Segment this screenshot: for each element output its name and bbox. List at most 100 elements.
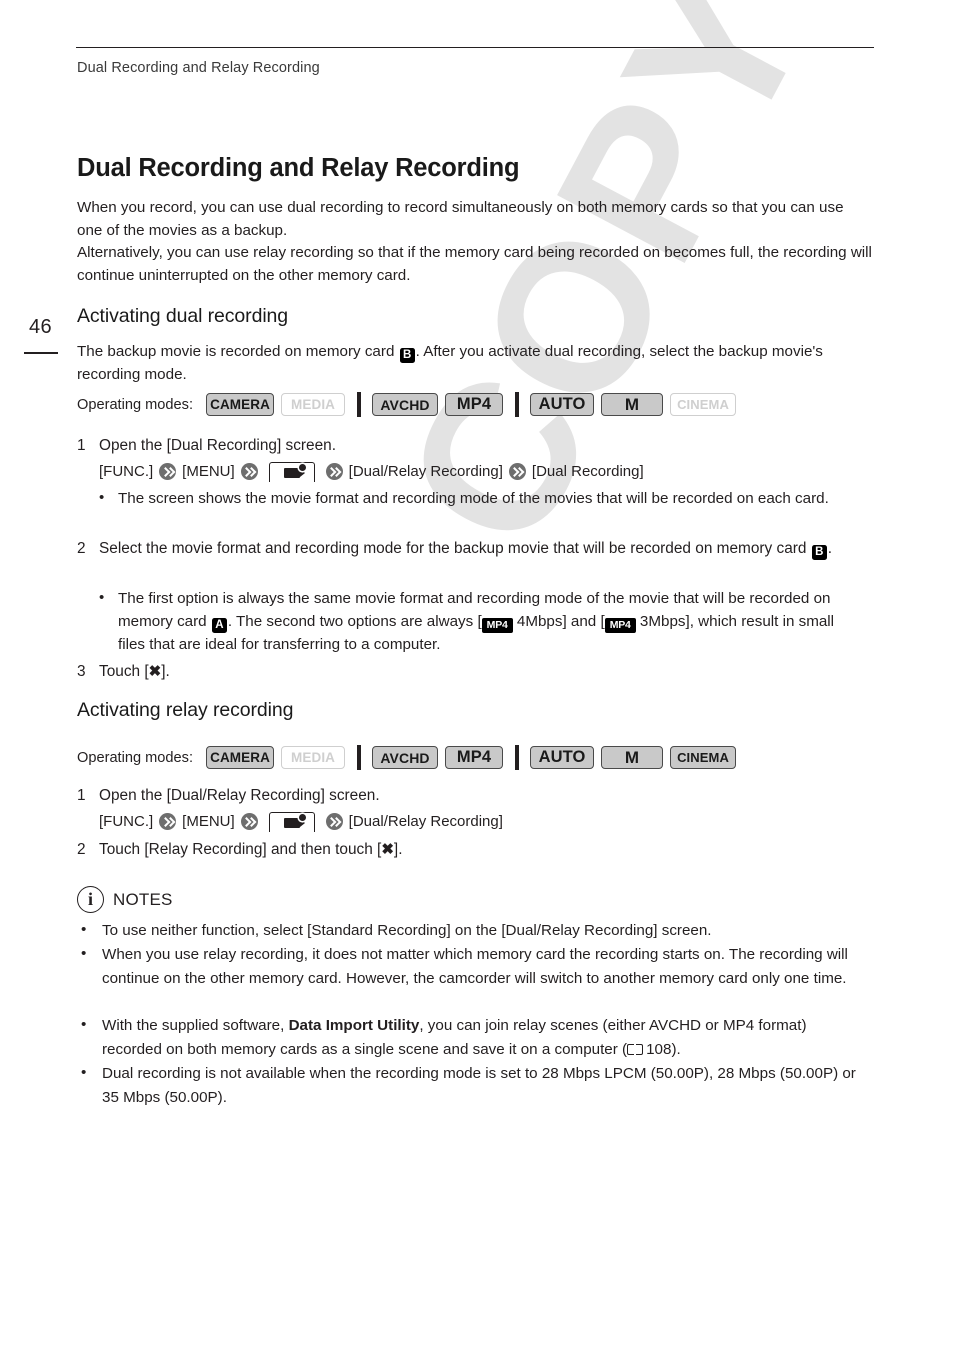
step-text-a: Select the movie format and recording mo… <box>99 540 811 557</box>
intro-line-2: Alternatively, you can use relay recordi… <box>77 244 872 284</box>
step-number: 1 <box>77 787 86 804</box>
bullet-marker: • <box>81 1016 87 1033</box>
note-text-a: With the supplied software, <box>102 1017 289 1034</box>
section-heading-relay: Activating relay recording <box>77 699 294 721</box>
close-x-icon: ✖ <box>381 841 394 858</box>
note-item: • To use neither function, select [Stand… <box>81 919 861 943</box>
step-text: Open the [Dual Recording] screen. <box>99 437 336 454</box>
step-text: Touch [✖]. <box>99 660 869 683</box>
badge-divider <box>515 392 520 417</box>
menu-path-dual-1: [FUNC.] [MENU] [Dual/Relay Recording] [D… <box>99 460 644 483</box>
note-text-c: ). <box>671 1040 681 1058</box>
bullet-marker: • <box>81 921 87 938</box>
step-text-a: Touch [Relay Recording] and then touch [ <box>99 841 382 858</box>
step-dual-1-bullet: • The screen shows the movie format and … <box>99 487 859 510</box>
page-reference: 108 <box>646 1040 672 1058</box>
double-chevron-right-icon <box>159 463 177 480</box>
memory-card-b-icon: B <box>811 545 827 560</box>
step-dual-3: 3 Touch [✖]. <box>77 660 869 683</box>
badge-avchd: AVCHD <box>372 746 439 769</box>
memory-card-a-icon: A <box>211 618 227 633</box>
memory-card-b-icon: B <box>399 347 415 363</box>
badge-divider <box>357 745 362 770</box>
step-relay-1: 1 Open the [Dual/Relay Recording] screen… <box>77 784 869 807</box>
path-menu: [MENU] <box>182 813 235 830</box>
badge-divider <box>357 392 362 417</box>
badge-mp4: MP4 <box>445 746 504 769</box>
dual-intro-paragraph: The backup movie is recorded on memory c… <box>77 341 857 386</box>
page-number: 46 <box>29 316 53 338</box>
page-title: Dual Recording and Relay Recording <box>77 154 520 182</box>
badge-camera: CAMERA <box>206 746 275 769</box>
badge-manual: M <box>601 746 664 769</box>
badge-avchd: AVCHD <box>372 393 439 416</box>
path-func: [FUNC.] <box>99 463 154 480</box>
step-number: 2 <box>77 841 86 858</box>
operating-modes-label: Operating modes: <box>77 749 194 766</box>
step-text: Open the [Dual/Relay Recording] screen. <box>99 787 380 804</box>
operating-modes-dual: Operating modes: CAMERA MEDIA AVCHD MP4 … <box>77 392 743 417</box>
intro-paragraph: When you record, you can use dual record… <box>77 197 872 287</box>
double-chevron-right-icon <box>325 813 343 830</box>
double-chevron-right-icon <box>159 813 177 830</box>
mp4-format-icon: MP4 <box>604 618 636 633</box>
badge-auto: AUTO <box>530 393 595 416</box>
step-dual-2: 2 Select the movie format and recording … <box>77 537 869 560</box>
operating-modes-label: Operating modes: <box>77 396 194 413</box>
note-text: To use neither function, select [Standar… <box>102 922 712 939</box>
recording-setup-menu-icon <box>268 461 315 482</box>
badge-cinema: CINEMA <box>670 746 737 769</box>
section-heading-dual: Activating dual recording <box>77 305 289 327</box>
close-x-icon: ✖ <box>148 663 162 680</box>
note-item: • When you use relay recording, it does … <box>81 943 861 990</box>
badge-camera: CAMERA <box>206 393 275 416</box>
page-number-rule <box>24 352 58 354</box>
step-text: Touch [Relay Recording] and then touch [… <box>99 838 869 861</box>
operating-modes-relay: Operating modes: CAMERA MEDIA AVCHD MP4 … <box>77 745 743 770</box>
step-number: 1 <box>77 437 86 454</box>
step-text-a: Touch [ <box>99 663 149 680</box>
double-chevron-right-icon <box>325 463 343 480</box>
bullet-text: The screen shows the movie format and re… <box>118 490 829 507</box>
info-icon: i <box>77 886 104 913</box>
note-item: • Dual recording is not available when t… <box>81 1062 861 1109</box>
step-dual-2-bullet: • The first option is always the same mo… <box>99 587 859 656</box>
software-name: Data Import Utility <box>288 1017 420 1034</box>
badge-media: MEDIA <box>281 393 346 416</box>
path-dual-recording: [Dual Recording] <box>531 463 644 480</box>
double-chevron-right-icon <box>508 463 526 480</box>
book-reference-icon <box>627 1043 644 1055</box>
badge-divider <box>515 745 520 770</box>
path-dual-relay-recording: [Dual/Relay Recording] <box>348 813 503 830</box>
step-text-b: ]. <box>393 841 403 858</box>
note-text: Dual recording is not available when the… <box>102 1065 856 1106</box>
bullet-text-c: 4Mbps] and [ <box>512 613 605 630</box>
bullet-marker: • <box>99 589 105 606</box>
notes-header: i NOTES <box>77 886 173 913</box>
double-chevron-right-icon <box>240 813 258 830</box>
mp4-format-icon: MP4 <box>481 618 513 633</box>
note-text: With the supplied software, Data Import … <box>102 1014 861 1061</box>
step-text: Select the movie format and recording mo… <box>99 537 869 560</box>
note-text: When you use relay recording, it does no… <box>102 946 848 987</box>
running-head: Dual Recording and Relay Recording <box>77 60 320 76</box>
dual-intro-text-a: The backup movie is recorded on memory c… <box>77 343 399 360</box>
bullet-marker: • <box>81 945 87 962</box>
badge-auto: AUTO <box>530 746 595 769</box>
note-item: • With the supplied software, Data Impor… <box>81 1014 861 1061</box>
intro-line-1: When you record, you can use dual record… <box>77 199 844 239</box>
path-menu: [MENU] <box>182 463 235 480</box>
step-text-b: ]. <box>161 663 170 680</box>
bullet-text: The first option is always the same movi… <box>118 587 859 656</box>
badge-cinema: CINEMA <box>670 393 737 416</box>
bullet-marker: • <box>81 1064 87 1081</box>
step-text-b: . <box>827 540 833 557</box>
path-func: [FUNC.] <box>99 813 154 830</box>
header-rule <box>76 47 874 48</box>
step-dual-1: 1 Open the [Dual Recording] screen. <box>77 434 869 457</box>
menu-path-relay-1: [FUNC.] [MENU] [Dual/Relay Recording] <box>99 810 503 833</box>
step-number: 2 <box>77 540 86 557</box>
step-number: 3 <box>77 663 86 680</box>
step-relay-2: 2 Touch [Relay Recording] and then touch… <box>77 838 869 861</box>
badge-manual: M <box>601 393 664 416</box>
